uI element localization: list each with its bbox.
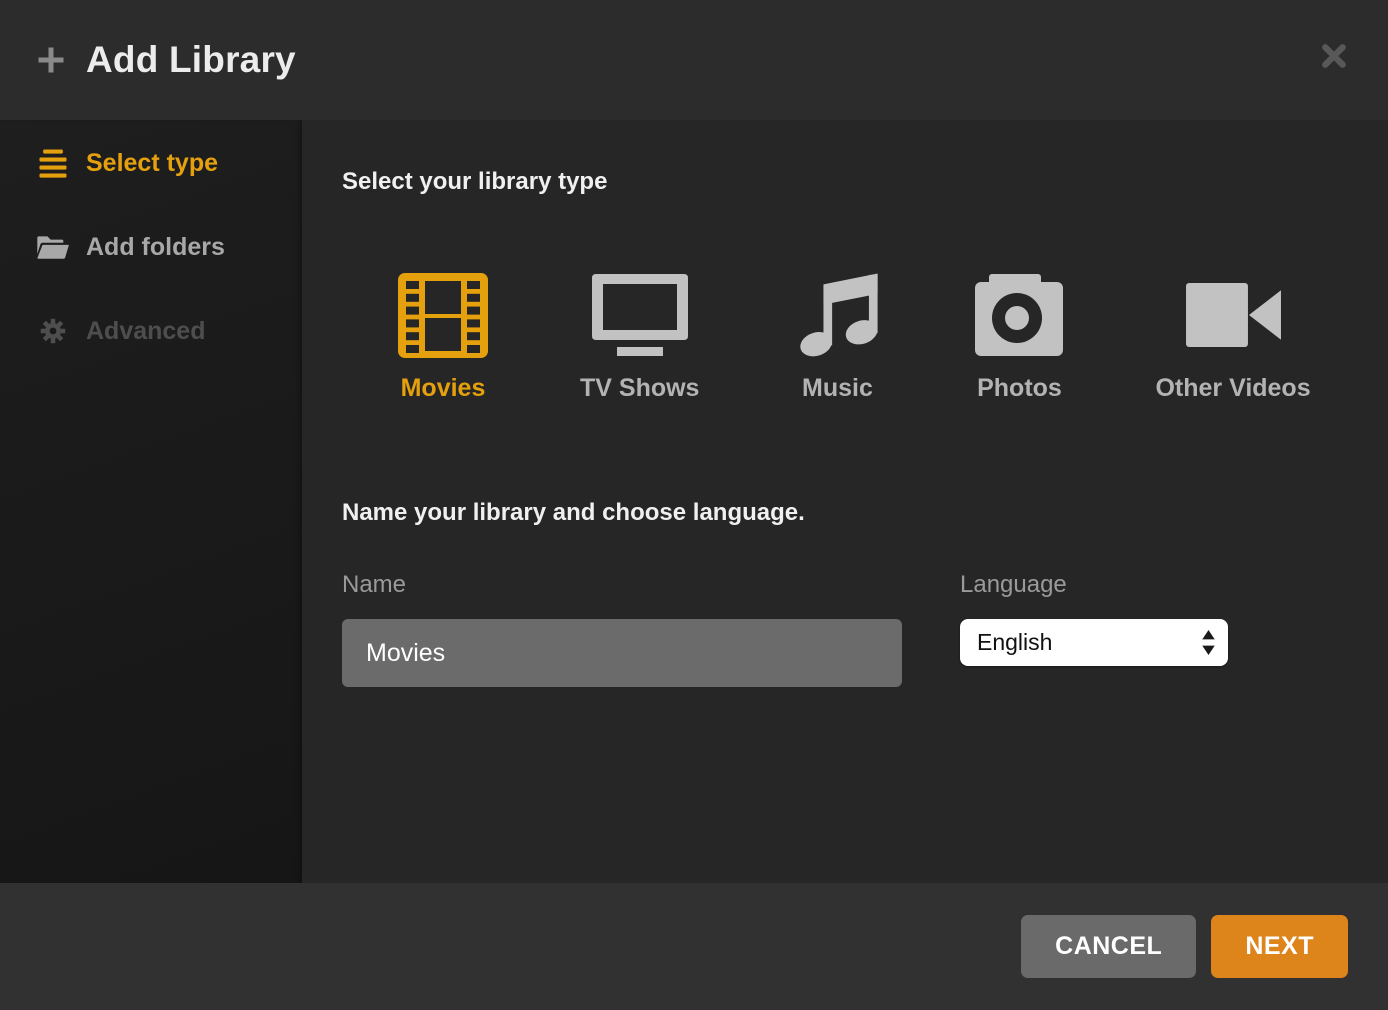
library-type-other-videos[interactable]: Other Videos xyxy=(1155,270,1310,403)
next-button[interactable]: NEXT xyxy=(1211,915,1348,978)
library-type-label: Photos xyxy=(977,374,1062,403)
language-label: Language xyxy=(960,571,1228,599)
folder-open-icon xyxy=(36,231,70,263)
name-language-fields: Name Language English xyxy=(342,571,1348,687)
select-spinner-icon xyxy=(1201,629,1216,656)
music-note-icon xyxy=(791,270,883,360)
library-name-input[interactable] xyxy=(342,619,902,687)
library-type-label: Other Videos xyxy=(1155,374,1310,403)
name-language-heading: Name your library and choose language. xyxy=(342,499,1348,527)
plus-icon xyxy=(36,45,66,75)
library-type-photos[interactable]: Photos xyxy=(975,270,1063,403)
name-label: Name xyxy=(342,571,902,599)
library-type-label: TV Shows xyxy=(580,374,699,403)
video-camera-icon xyxy=(1186,270,1281,360)
library-type-picker: Movies TV Shows xyxy=(398,270,1348,403)
sidebar-item-advanced: Advanced xyxy=(0,289,302,373)
close-button[interactable] xyxy=(1316,38,1352,74)
library-type-label: Music xyxy=(802,374,873,403)
sidebar-item-label: Advanced xyxy=(86,317,205,346)
gear-icon xyxy=(36,315,70,347)
cancel-button[interactable]: CANCEL xyxy=(1021,915,1196,978)
wizard-steps-sidebar: Select type Add folders xyxy=(0,120,302,883)
close-icon xyxy=(1319,41,1349,71)
tv-icon xyxy=(592,270,688,360)
sidebar-item-add-folders[interactable]: Add folders xyxy=(0,205,302,289)
sidebar-item-select-type[interactable]: Select type xyxy=(0,121,302,205)
film-icon xyxy=(398,270,488,360)
library-type-label: Movies xyxy=(401,374,486,403)
add-library-dialog: Add Library xyxy=(0,0,1388,1010)
dialog-footer: CANCEL NEXT xyxy=(0,883,1388,1010)
library-type-music[interactable]: Music xyxy=(791,270,883,403)
library-type-tv-shows[interactable]: TV Shows xyxy=(580,270,699,403)
main-panel: Select your library type xyxy=(302,120,1388,883)
camera-icon xyxy=(975,270,1063,360)
sidebar-item-label: Add folders xyxy=(86,233,225,262)
list-icon xyxy=(36,147,70,179)
language-select[interactable]: English xyxy=(960,619,1228,666)
library-type-heading: Select your library type xyxy=(342,168,1348,196)
sidebar-item-label: Select type xyxy=(86,149,218,178)
dialog-title: Add Library xyxy=(86,39,296,81)
language-selected-value: English xyxy=(977,629,1201,656)
dialog-header: Add Library xyxy=(0,0,1388,120)
library-type-movies[interactable]: Movies xyxy=(398,270,488,403)
